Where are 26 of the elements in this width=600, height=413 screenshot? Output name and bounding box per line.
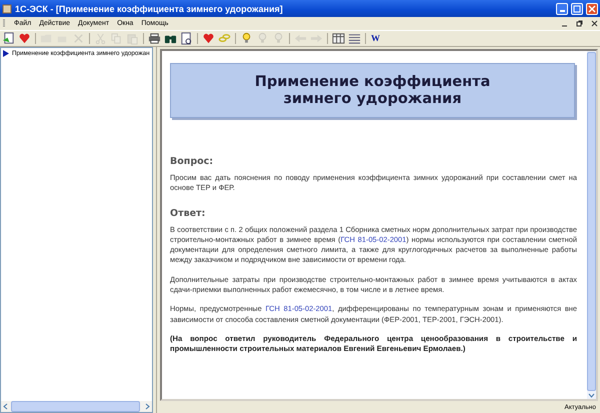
grip-icon <box>2 19 6 28</box>
vertical-scrollbar[interactable] <box>587 51 596 399</box>
page-magnifier-icon[interactable] <box>180 32 193 45</box>
close-button[interactable] <box>586 2 598 14</box>
minimize-icon <box>560 10 564 12</box>
minimize-button[interactable] <box>556 2 568 14</box>
section-heading: Ответ: <box>170 208 206 219</box>
heart-icon[interactable] <box>18 32 31 45</box>
close-icon[interactable] <box>591 20 598 27</box>
triangle-icon[interactable] <box>3 50 9 57</box>
maximize-button[interactable] <box>571 2 583 14</box>
table-icon[interactable] <box>332 32 345 45</box>
heart-icon[interactable] <box>202 32 215 45</box>
maximize-icon <box>573 4 581 12</box>
app-icon <box>2 4 12 14</box>
word-button[interactable]: W <box>370 33 381 44</box>
horizontal-scrollbar[interactable] <box>1 401 152 412</box>
list-icon[interactable] <box>348 32 361 45</box>
printer-icon[interactable] <box>148 32 161 45</box>
window-title: 1С-ЭСК - [Применение коэффициента зимнего удорожания] <box>15 4 284 14</box>
restore-icon[interactable] <box>576 20 583 27</box>
page-icon[interactable] <box>2 32 15 45</box>
section-heading: Вопрос: <box>170 156 214 167</box>
light-bulb-icon[interactable] <box>240 32 253 45</box>
document-title: Применение коэффициента зимнего удорожания <box>254 74 492 108</box>
close-icon <box>588 4 596 12</box>
